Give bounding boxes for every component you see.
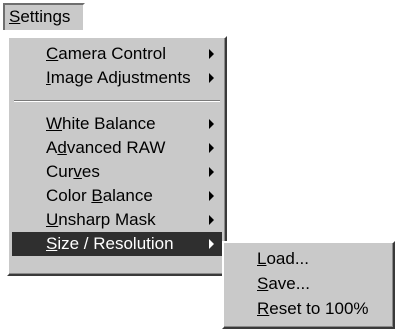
submenu-item-label: Load... bbox=[257, 249, 310, 268]
size-resolution-submenu: Load... Save... Reset to 100% bbox=[222, 241, 395, 329]
chevron-right-icon bbox=[209, 191, 214, 201]
menu-item-curves[interactable]: Curves bbox=[12, 160, 222, 184]
menu-item-label: Advanced RAW bbox=[46, 138, 166, 157]
menu-item-unsharp-mask[interactable]: Unsharp Mask bbox=[12, 208, 222, 232]
menu-item-label: Unsharp Mask bbox=[46, 210, 156, 229]
menubar-settings-label: Settings bbox=[9, 7, 71, 26]
chevron-right-icon bbox=[209, 49, 214, 59]
menu-item-camera-control[interactable]: Camera Control bbox=[12, 42, 222, 66]
menu-item-white-balance[interactable]: White Balance bbox=[12, 112, 222, 136]
submenu-item-label: Reset to 100% bbox=[257, 299, 369, 318]
menu-item-image-adjustments[interactable]: Image Adjustments bbox=[12, 66, 222, 90]
submenu-item-load[interactable]: Load... bbox=[227, 247, 390, 271]
menu-item-color-balance[interactable]: Color Balance bbox=[12, 184, 222, 208]
menu-item-label: Size / Resolution bbox=[46, 234, 174, 253]
chevron-right-icon bbox=[209, 143, 214, 153]
menubar-settings[interactable]: Settings bbox=[3, 3, 85, 30]
chevron-right-icon bbox=[209, 167, 214, 177]
submenu-item-save[interactable]: Save... bbox=[227, 272, 390, 296]
submenu-item-label: Save... bbox=[257, 274, 310, 293]
menu-separator bbox=[14, 100, 220, 102]
settings-menu: Camera Control Image Adjustments White B… bbox=[7, 36, 227, 276]
menu-item-advanced-raw[interactable]: Advanced RAW bbox=[12, 136, 222, 160]
menu-item-label: Curves bbox=[46, 162, 100, 181]
menu-item-size-resolution[interactable]: Size / Resolution bbox=[12, 232, 222, 256]
menu-item-label: Image Adjustments bbox=[46, 68, 191, 87]
menu-item-label: White Balance bbox=[46, 114, 156, 133]
chevron-right-icon bbox=[209, 215, 214, 225]
chevron-right-icon bbox=[209, 73, 214, 83]
chevron-right-icon bbox=[209, 119, 214, 129]
submenu-item-reset-to-100[interactable]: Reset to 100% bbox=[227, 297, 390, 321]
screenshot-stage: Settings Camera Control Image Adjustment… bbox=[0, 0, 395, 329]
chevron-right-icon bbox=[209, 239, 214, 249]
menu-item-label: Camera Control bbox=[46, 44, 166, 63]
menu-item-label: Color Balance bbox=[46, 186, 153, 205]
